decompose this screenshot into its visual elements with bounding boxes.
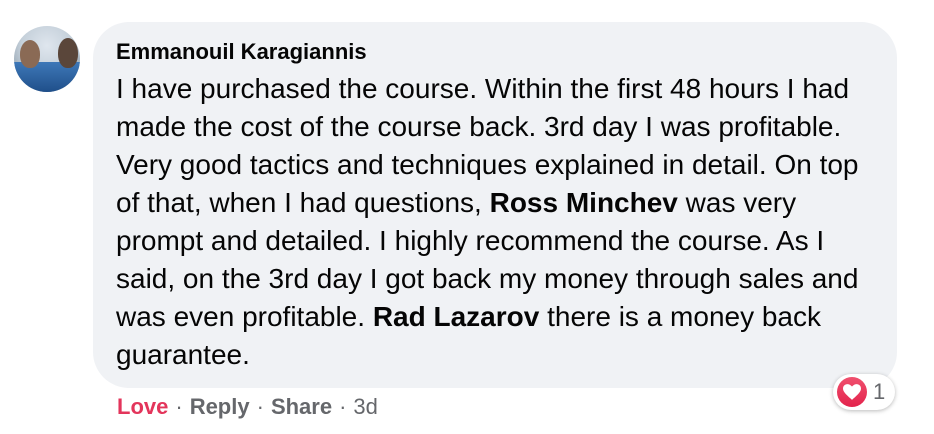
reaction-summary[interactable]: 1 (833, 374, 896, 410)
comment-actions: Love · Reply · Share · 3d (117, 393, 378, 421)
avatar-person-left (20, 40, 40, 68)
comment-author[interactable]: Emmanouil Karagiannis (116, 38, 873, 66)
comment-text: I have purchased the course. Within the … (116, 70, 873, 374)
avatar-person-right (58, 38, 78, 68)
mention-ross-minchev[interactable]: Ross Minchev (490, 187, 678, 218)
heart-icon (837, 377, 867, 407)
share-button[interactable]: Share (271, 393, 332, 421)
love-button[interactable]: Love (117, 393, 168, 421)
separator: · (175, 394, 183, 419)
mention-rad-lazarov[interactable]: Rad Lazarov (373, 301, 540, 332)
avatar[interactable] (14, 26, 80, 92)
separator: · (256, 394, 264, 419)
separator: · (339, 394, 347, 419)
comment-bubble: Emmanouil Karagiannis I have purchased t… (93, 22, 897, 388)
reply-button[interactable]: Reply (190, 393, 250, 421)
reaction-count: 1 (873, 379, 886, 404)
comment-timestamp[interactable]: 3d (353, 393, 377, 421)
